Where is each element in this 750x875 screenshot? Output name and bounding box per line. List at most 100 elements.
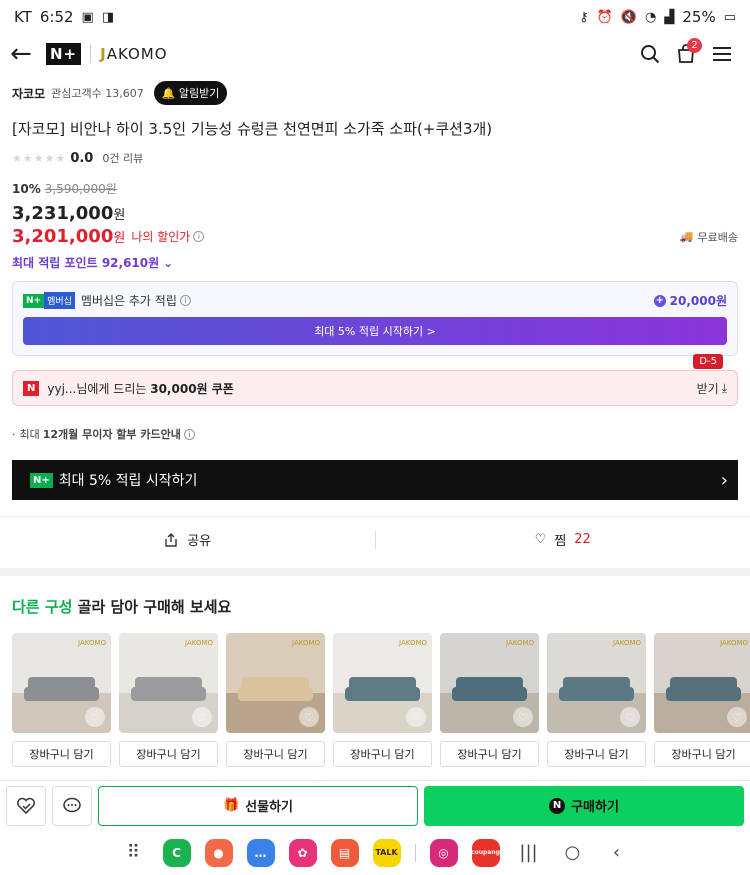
coupon-download-button[interactable]: 받기 ⤓ — [697, 380, 727, 397]
chat-icon — [63, 797, 81, 812]
product-card[interactable]: JAKOMO♡장바구니 담기10% 3,501,000원 — [12, 633, 111, 789]
bullet-icon: · — [12, 427, 16, 441]
product-card[interactable]: JAKOMO♡장바구니 담기10% 2,655,000원 — [440, 633, 539, 789]
coupon-banner[interactable]: D-5 N yyj...님에게 드리는 30,000원 쿠폰 받기 ⤓ — [12, 354, 738, 406]
sofa-illustration — [559, 687, 634, 701]
add-to-cart-button[interactable]: 장바구니 담기 — [547, 741, 646, 767]
like-button[interactable]: ♡ 찜 22 — [376, 530, 750, 549]
info-icon[interactable]: i — [183, 428, 195, 440]
sofa-illustration — [452, 687, 527, 701]
sofa-illustration — [238, 687, 313, 701]
notes-app-icon[interactable]: ▤ — [330, 838, 359, 867]
heart-icon[interactable]: ♡ — [513, 707, 533, 727]
card-installment-info[interactable]: · 최대 12개월 무이자 할부 카드안내 i — [12, 426, 738, 442]
naver-plus-logo[interactable]: N+ — [46, 43, 82, 65]
product-image[interactable]: JAKOMO ♡ — [333, 633, 432, 733]
start-membership-button[interactable]: 최대 5% 적립 시작하기 > — [23, 317, 727, 345]
back-icon[interactable]: ‹ — [602, 842, 632, 863]
naver-plus-banner[interactable]: N+ 최대 5% 적립 시작하기 › — [12, 460, 738, 500]
add-to-cart-button[interactable]: 장바구니 담기 — [119, 741, 218, 767]
contacts-app-icon[interactable]: ● — [204, 838, 233, 867]
add-to-cart-button[interactable]: 장바구니 담기 — [12, 741, 111, 767]
brand-watermark: JAKOMO — [506, 639, 534, 647]
store-row: 자코모 관심고객수 13,607 🔔 알림받기 — [12, 80, 738, 106]
product-image[interactable]: JAKOMO ♡ — [226, 633, 325, 733]
heart-icon[interactable]: ♡ — [406, 707, 426, 727]
mute-icon: 🔇 — [620, 9, 638, 25]
brand-watermark: JAKOMO — [399, 639, 427, 647]
heart-icon[interactable]: ♡ — [620, 707, 640, 727]
heart-icon[interactable]: ♡ — [192, 707, 212, 727]
home-icon[interactable]: ○ — [558, 842, 588, 863]
product-image[interactable]: JAKOMO ♡ — [440, 633, 539, 733]
share-button[interactable]: 공유 — [0, 530, 375, 549]
menu-icon[interactable] — [704, 36, 740, 72]
back-arrow-icon[interactable]: ← — [10, 41, 40, 67]
followers-count: 관심고객수 13,607 — [51, 87, 144, 100]
signal-icon: ▟ — [664, 9, 675, 25]
chevron-down-icon: ⌄ — [163, 255, 174, 270]
system-nav-bar: ⠿ C ● … ✿ ▤ TALK ◎ coupang ||| ○ ‹ — [0, 830, 750, 875]
clock: 6:52 — [39, 8, 74, 26]
product-card[interactable]: JAKOMO♡장바구니 담기10% 3,870,000원 — [654, 633, 750, 789]
instagram-app-icon[interactable]: ◎ — [429, 838, 458, 867]
gallery-app-icon[interactable]: ✿ — [288, 838, 317, 867]
nav-divider — [414, 843, 416, 862]
heart-icon[interactable]: ♡ — [85, 707, 105, 727]
heart-icon: ♡ — [534, 532, 547, 547]
add-to-cart-button[interactable]: 장바구니 담기 — [654, 741, 750, 767]
product-image[interactable]: JAKOMO ♡ — [119, 633, 218, 733]
alarm-button[interactable]: 🔔 알림받기 — [153, 81, 228, 105]
bell-icon: 🔔 — [161, 87, 176, 100]
gallery-notification-icon: ▣ — [81, 9, 94, 25]
product-card[interactable]: JAKOMO♡장바구니 담기10% 3,780,000원 — [547, 633, 646, 789]
sofa-illustration — [131, 687, 206, 701]
battery-icon: ▭ — [723, 9, 736, 25]
max-points[interactable]: 최대 적립 포인트 92,610원 ⌄ — [12, 254, 738, 271]
product-card[interactable]: JAKOMO♡장바구니 담기10% 3,411,000원 — [226, 633, 325, 789]
cart-icon[interactable]: 2 — [668, 36, 704, 72]
kakaotalk-app-icon[interactable]: TALK — [372, 838, 401, 867]
add-to-cart-button[interactable]: 장바구니 담기 — [226, 741, 325, 767]
rating-row[interactable]: ★★★★★ 0.0 0건 리뷰 — [12, 148, 738, 168]
coupang-app-icon[interactable]: coupang — [471, 838, 500, 867]
search-icon[interactable] — [632, 36, 668, 72]
app-drawer-icon[interactable]: ⠿ — [119, 842, 149, 863]
sofa-illustration — [345, 687, 420, 701]
alarm-icon: ⏰ — [596, 9, 613, 25]
logo-divider — [90, 45, 92, 63]
jakomo-logo[interactable]: JAKOMO — [100, 45, 167, 63]
add-to-cart-button[interactable]: 장바구니 담기 — [440, 741, 539, 767]
like-toggle-button[interactable] — [6, 785, 46, 826]
app-notification-icon: ◨ — [101, 9, 115, 25]
heart-icon[interactable]: ♡ — [727, 707, 747, 727]
bottom-action-bar: 🎁 선물하기 N 구매하기 — [0, 780, 750, 830]
product-title: [자코모] 비안나 하이 3.5인 기능성 슈렁큰 천연면피 소가죽 소파(+쿠… — [12, 120, 493, 138]
product-carousel[interactable]: JAKOMO♡장바구니 담기10% 3,501,000원JAKOMO♡장바구니 … — [0, 633, 750, 789]
heart-icon[interactable]: ♡ — [299, 707, 319, 727]
product-card[interactable]: JAKOMO♡장바구니 담기10% 3,321,000원 — [119, 633, 218, 789]
chevron-right-icon: › — [720, 469, 728, 491]
info-icon[interactable]: i — [193, 231, 205, 242]
buy-button[interactable]: N 구매하기 — [424, 785, 744, 826]
banner-text: 최대 5% 적립 시작하기 — [58, 473, 198, 489]
product-image[interactable]: JAKOMO ♡ — [547, 633, 646, 733]
product-image[interactable]: JAKOMO ♡ — [654, 633, 750, 733]
free-shipping-label[interactable]: 🚚 무료배송 — [680, 229, 738, 245]
naver-plus-tag: N+ — [30, 472, 53, 488]
review-count[interactable]: 0건 리뷰 — [102, 150, 143, 166]
recents-icon[interactable]: ||| — [514, 842, 544, 863]
chat-button[interactable] — [52, 785, 92, 826]
add-to-cart-button[interactable]: 장바구니 담기 — [333, 741, 432, 767]
store-name[interactable]: 자코모 — [12, 85, 45, 102]
naver-plus-tag: N+ — [23, 293, 45, 308]
product-card[interactable]: JAKOMO♡장바구니 담기10% 4,266,000원 — [333, 633, 432, 789]
brand-watermark: JAKOMO — [185, 639, 213, 647]
info-icon[interactable]: i — [179, 295, 191, 306]
download-icon: ⤓ — [721, 380, 727, 395]
gift-button[interactable]: 🎁 선물하기 — [98, 785, 418, 826]
phone-app-icon[interactable]: C — [162, 838, 191, 867]
product-image[interactable]: JAKOMO ♡ — [12, 633, 111, 733]
messages-app-icon[interactable]: … — [246, 838, 275, 867]
original-price: 3,590,000원 — [44, 182, 117, 196]
